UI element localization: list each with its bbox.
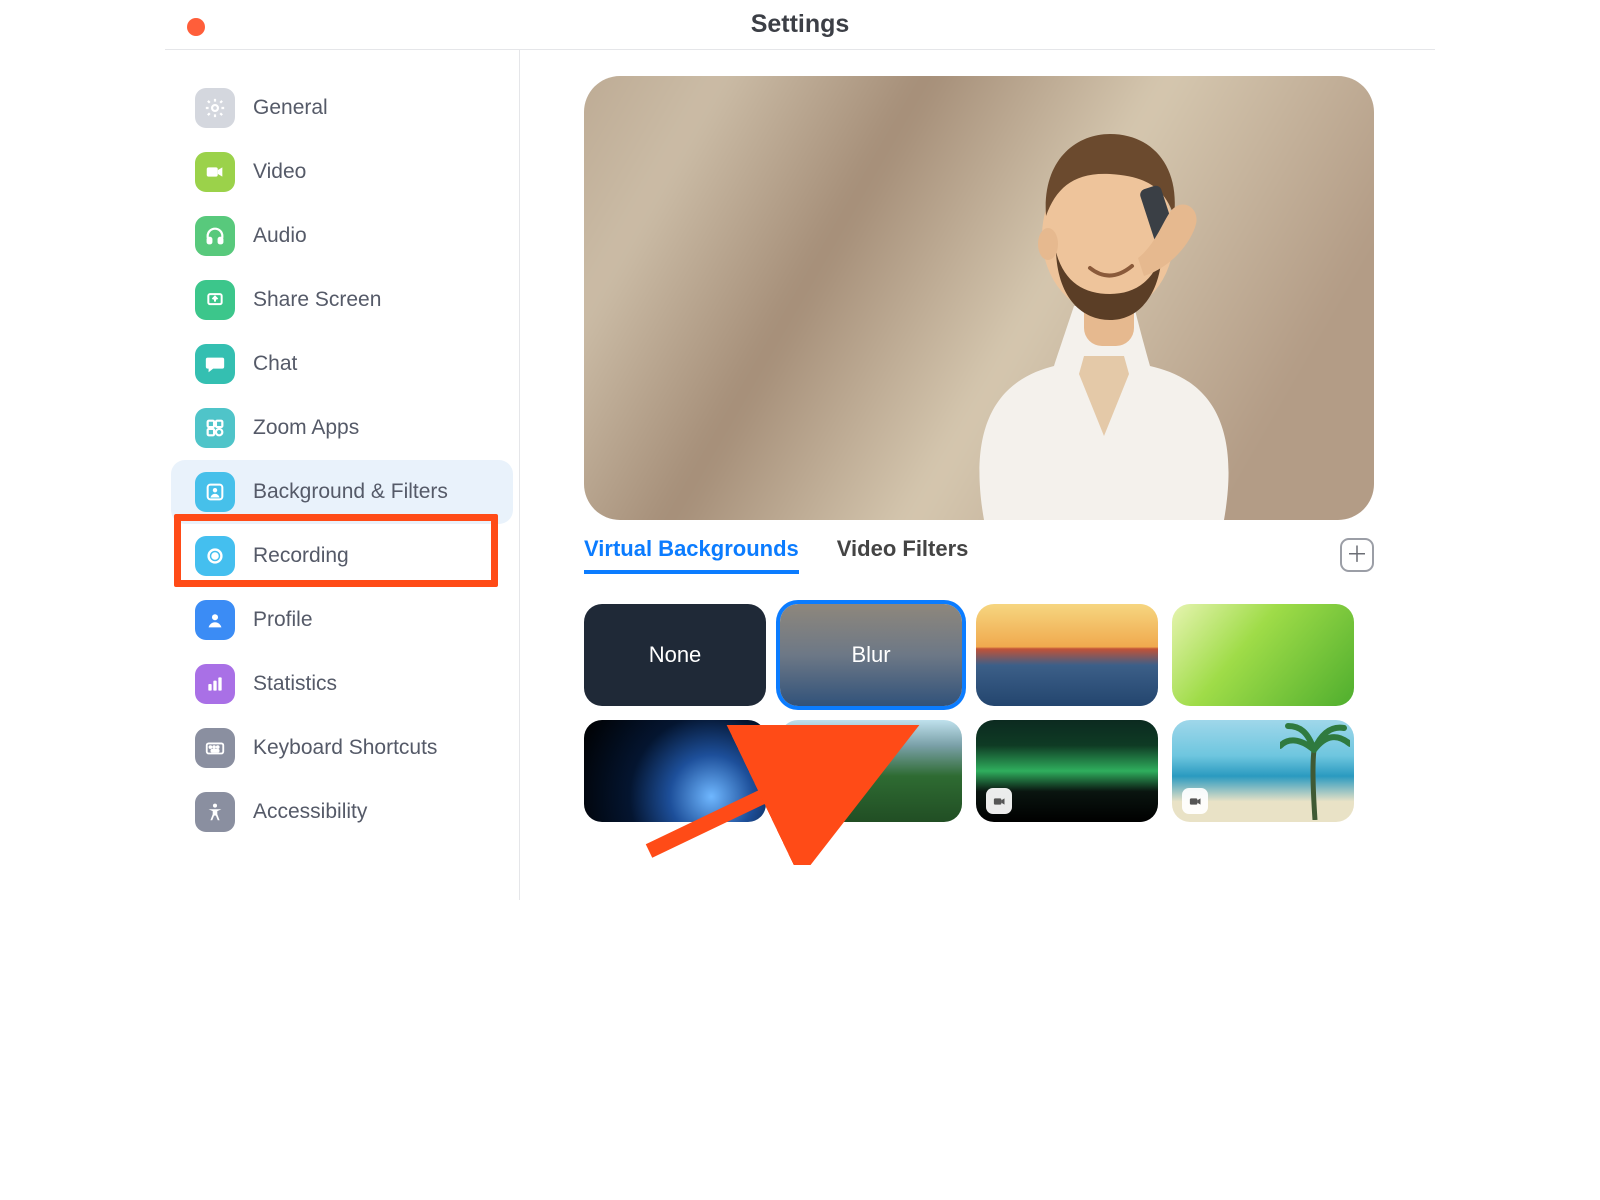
thumb-label: Blur bbox=[851, 642, 890, 668]
sidebar-item-label: Recording bbox=[253, 544, 349, 568]
bg-beach[interactable] bbox=[1172, 720, 1354, 822]
sidebar-item-zoom-apps[interactable]: Zoom Apps bbox=[171, 396, 513, 460]
main-panel: Virtual Backgrounds Video Filters ＋ None… bbox=[520, 50, 1435, 900]
sidebar-item-keyboard-shortcuts[interactable]: Keyboard Shortcuts bbox=[171, 716, 513, 780]
apps-icon bbox=[195, 408, 235, 448]
accessibility-icon bbox=[195, 792, 235, 832]
sidebar-item-statistics[interactable]: Statistics bbox=[171, 652, 513, 716]
sidebar-item-video[interactable]: Video bbox=[171, 140, 513, 204]
chat-icon bbox=[195, 344, 235, 384]
palm-tree-icon bbox=[1280, 720, 1350, 820]
bg-earth[interactable] bbox=[584, 720, 766, 822]
plus-icon: ＋ bbox=[1346, 544, 1368, 566]
gear-icon bbox=[195, 88, 235, 128]
bg-grass[interactable] bbox=[1172, 604, 1354, 706]
headphones-icon bbox=[195, 216, 235, 256]
sidebar-item-label: Video bbox=[253, 160, 306, 184]
bg-park[interactable] bbox=[780, 720, 962, 822]
tab-video-filters[interactable]: Video Filters bbox=[837, 536, 969, 574]
tab-virtual-backgrounds[interactable]: Virtual Backgrounds bbox=[584, 536, 799, 574]
sidebar-item-label: Profile bbox=[253, 608, 313, 632]
add-background-button[interactable]: ＋ bbox=[1340, 538, 1374, 572]
bg-aurora[interactable] bbox=[976, 720, 1158, 822]
video-badge-icon bbox=[986, 788, 1012, 814]
video-preview bbox=[584, 76, 1374, 520]
sidebar-item-chat[interactable]: Chat bbox=[171, 332, 513, 396]
record-icon bbox=[195, 536, 235, 576]
sidebar-item-label: General bbox=[253, 96, 328, 120]
titlebar: Settings bbox=[165, 0, 1435, 50]
tabs-row: Virtual Backgrounds Video Filters ＋ bbox=[584, 536, 1374, 574]
sidebar: General Video Audio Sha bbox=[165, 50, 520, 900]
sidebar-item-profile[interactable]: Profile bbox=[171, 588, 513, 652]
sidebar-item-general[interactable]: General bbox=[171, 76, 513, 140]
window-title: Settings bbox=[165, 10, 1435, 39]
sidebar-item-label: Accessibility bbox=[253, 800, 367, 824]
sidebar-item-label: Share Screen bbox=[253, 288, 381, 312]
bg-bridge[interactable] bbox=[976, 604, 1158, 706]
close-window-icon[interactable] bbox=[187, 18, 205, 36]
video-badge-icon bbox=[1182, 788, 1208, 814]
sidebar-item-label: Audio bbox=[253, 224, 307, 248]
sidebar-item-label: Zoom Apps bbox=[253, 416, 359, 440]
sidebar-item-share-screen[interactable]: Share Screen bbox=[171, 268, 513, 332]
camera-icon bbox=[195, 152, 235, 192]
person-box-icon bbox=[195, 472, 235, 512]
bg-blur[interactable]: Blur bbox=[780, 604, 962, 706]
user-icon bbox=[195, 600, 235, 640]
bg-none[interactable]: None bbox=[584, 604, 766, 706]
share-up-icon bbox=[195, 280, 235, 320]
keyboard-icon bbox=[195, 728, 235, 768]
sidebar-item-label: Chat bbox=[253, 352, 297, 376]
preview-person bbox=[884, 76, 1324, 520]
sidebar-item-audio[interactable]: Audio bbox=[171, 204, 513, 268]
thumb-label: None bbox=[649, 642, 702, 668]
sidebar-item-accessibility[interactable]: Accessibility bbox=[171, 780, 513, 844]
sidebar-item-label: Keyboard Shortcuts bbox=[253, 736, 437, 760]
stats-icon bbox=[195, 664, 235, 704]
background-grid: None Blur bbox=[584, 604, 1374, 822]
sidebar-item-recording[interactable]: Recording bbox=[171, 524, 513, 588]
sidebar-item-background-filters[interactable]: Background & Filters bbox=[171, 460, 513, 524]
sidebar-item-label: Statistics bbox=[253, 672, 337, 696]
sidebar-item-label: Background & Filters bbox=[253, 480, 448, 504]
